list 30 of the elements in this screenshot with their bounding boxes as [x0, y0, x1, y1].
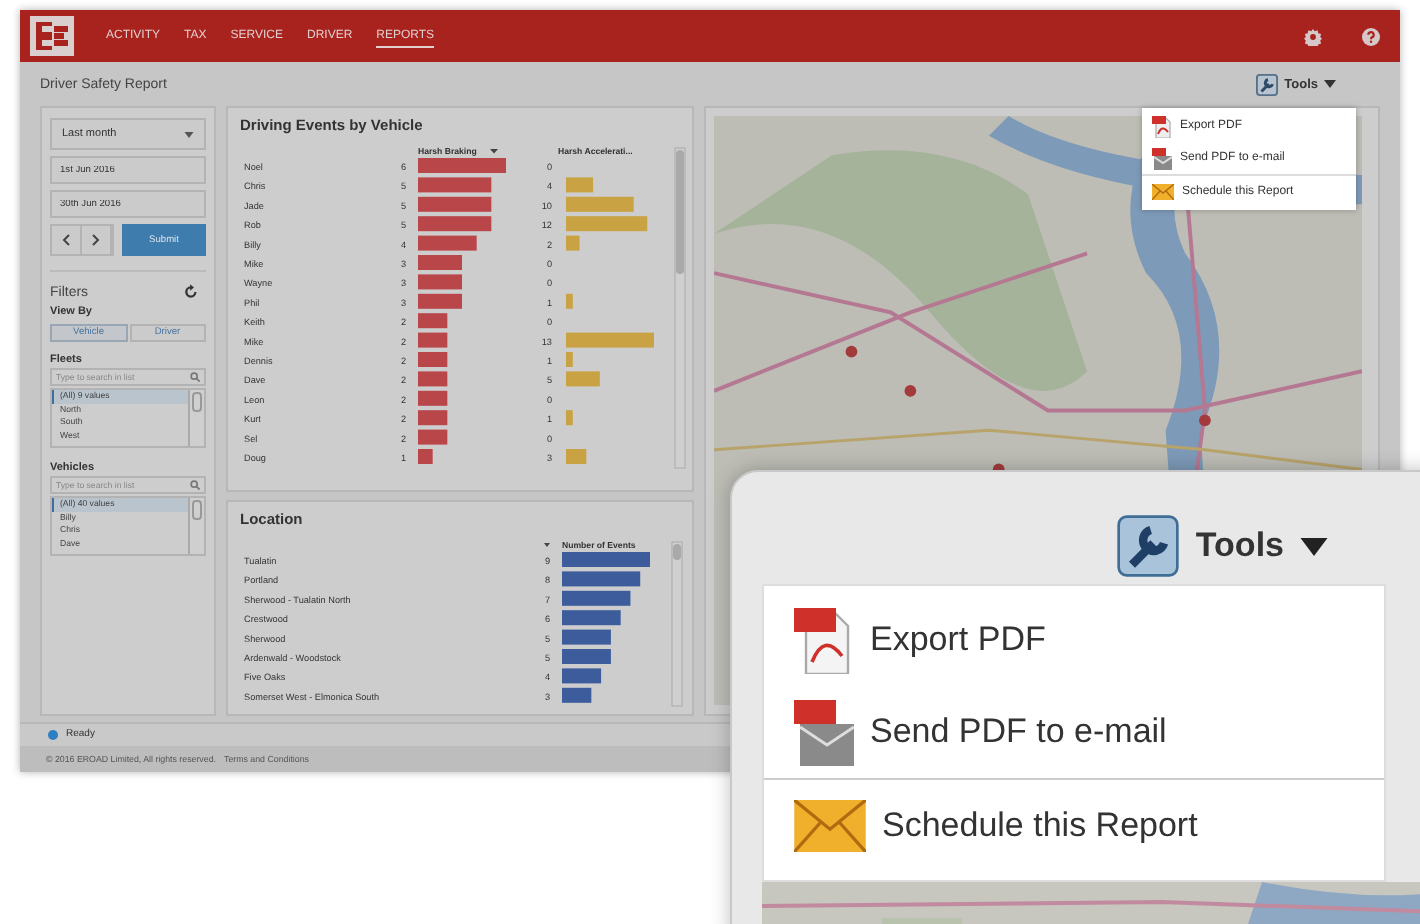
logo-icon [30, 16, 74, 57]
pdf-icon [1152, 115, 1172, 137]
menu-item[interactable]: Export PDF [764, 594, 1384, 686]
scrollbar[interactable] [188, 390, 204, 447]
settings-icon[interactable] [1304, 27, 1322, 46]
chevron-right-icon [92, 234, 100, 247]
search-icon [190, 372, 200, 383]
search-icon [190, 480, 200, 491]
help-icon[interactable] [1362, 27, 1380, 46]
chevron-left-icon [62, 234, 70, 247]
caret-icon [1324, 80, 1336, 89]
envelope-icon [794, 800, 866, 852]
pdf-icon [794, 607, 854, 673]
menu-item[interactable]: Schedule this Report [764, 778, 1384, 872]
status-dot-icon [48, 729, 58, 740]
pdf-email-icon [1152, 147, 1172, 169]
caret-icon [1300, 537, 1328, 555]
menu-item[interactable]: Send PDF to e-mail [764, 686, 1384, 778]
caret-icon [184, 131, 194, 138]
pdf-email-icon [794, 699, 854, 765]
scrollbar[interactable] [671, 540, 683, 706]
scrollbar[interactable] [188, 498, 204, 555]
reset-icon[interactable] [184, 284, 198, 301]
wrench-icon [1115, 514, 1180, 578]
sort-icon[interactable] [544, 542, 550, 547]
tools-button[interactable]: Tools [1115, 508, 1328, 584]
envelope-icon [1152, 184, 1174, 200]
scrollbar[interactable] [674, 147, 686, 469]
sort-icon[interactable] [490, 149, 498, 154]
wrench-icon [1256, 73, 1279, 96]
